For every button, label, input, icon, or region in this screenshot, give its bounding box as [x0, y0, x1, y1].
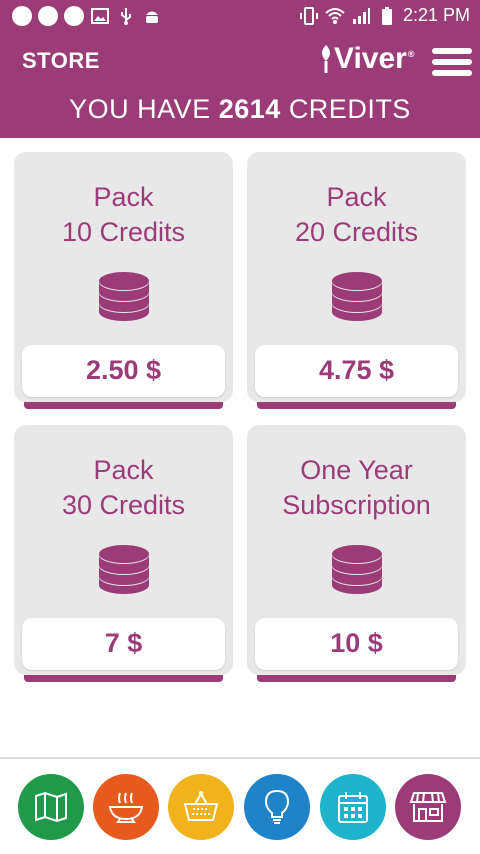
credits-value: 2614 [218, 94, 281, 124]
lightbulb-icon [264, 789, 290, 824]
pack-price: 7 $ [104, 628, 143, 658]
leaf-icon [322, 45, 330, 73]
pack-card-one-year-subscription[interactable]: One Year Subscription 10 $ [247, 425, 466, 682]
signal-icon [352, 7, 370, 24]
coins-stack-icon [332, 545, 382, 594]
pack-title-line2: 30 Credits [61, 490, 186, 520]
pack-title-line1: Pack [93, 182, 154, 212]
card-accent-bar [257, 402, 456, 409]
status-bar: 2:21 PM [0, 0, 480, 34]
map-icon [35, 791, 67, 823]
coins-stack-icon [332, 272, 382, 321]
battery-icon [381, 6, 392, 25]
hamburger-menu-icon[interactable] [432, 48, 472, 80]
nav-store-button[interactable] [395, 774, 461, 840]
pack-title: Pack 20 Credits [247, 180, 466, 250]
nav-tips-button[interactable] [244, 774, 310, 840]
basket-icon [183, 791, 219, 821]
food-bowl-icon [108, 792, 144, 823]
coins-stack-icon [99, 545, 149, 594]
usb-icon [121, 8, 131, 25]
image-icon [91, 8, 109, 24]
card-accent-bar [24, 675, 223, 682]
credits-prefix: YOU HAVE [69, 94, 211, 124]
app-header: STORE Viver ® YOU HAVE 2614 CREDITS [0, 34, 480, 138]
pack-title: Pack 10 Credits [14, 180, 233, 250]
brand-logo: Viver ® [318, 42, 415, 76]
android-icon [146, 11, 158, 23]
credits-suffix: CREDITS [288, 94, 411, 124]
credits-balance: YOU HAVE 2614 CREDITS [0, 94, 480, 125]
pack-price: 4.75 $ [318, 355, 395, 385]
brand-name: Viver [334, 42, 407, 75]
card-accent-bar [257, 675, 456, 682]
pack-title: One Year Subscription [247, 453, 466, 523]
notification-dot-icon [12, 6, 32, 26]
vibrate-icon [299, 6, 318, 25]
buy-button[interactable]: 2.50 $ [22, 345, 225, 397]
notification-dot-icon [38, 6, 58, 26]
pack-title-line1: One Year [300, 455, 413, 485]
pack-title-line2: 10 Credits [61, 217, 186, 247]
pack-price: 2.50 $ [85, 355, 162, 385]
page-title: STORE [22, 48, 100, 73]
pack-price: 10 $ [330, 628, 383, 658]
registered-mark: ® [407, 49, 415, 59]
status-time: 2:21 PM [402, 5, 470, 25]
nav-calendar-button[interactable] [320, 774, 386, 840]
buy-button[interactable]: 10 $ [255, 618, 458, 670]
status-bar-notifications [12, 6, 162, 26]
pack-card-10-credits[interactable]: Pack 10 Credits 2.50 $ [14, 152, 233, 409]
notification-dot-icon [64, 6, 84, 26]
pack-title-line2: 20 Credits [294, 217, 419, 247]
pack-title-line1: Pack [93, 455, 154, 485]
pack-title-line2: Subscription [282, 490, 431, 520]
nav-map-button[interactable] [18, 774, 84, 840]
wifi-icon [325, 7, 345, 24]
buy-button[interactable]: 4.75 $ [255, 345, 458, 397]
calendar-icon [338, 792, 368, 823]
pack-title-line1: Pack [326, 182, 387, 212]
pack-card-30-credits[interactable]: Pack 30 Credits 7 $ [14, 425, 233, 682]
nav-food-button[interactable] [93, 774, 159, 840]
coins-stack-icon [99, 272, 149, 321]
store-icon [409, 792, 447, 822]
pack-title: Pack 30 Credits [14, 453, 233, 523]
buy-button[interactable]: 7 $ [22, 618, 225, 670]
status-bar-system: 2:21 PM [299, 5, 470, 26]
pack-card-20-credits[interactable]: Pack 20 Credits 4.75 $ [247, 152, 466, 409]
bottom-divider [0, 757, 480, 759]
card-accent-bar [24, 402, 223, 409]
nav-basket-button[interactable] [168, 774, 234, 840]
bottom-nav [0, 760, 480, 854]
